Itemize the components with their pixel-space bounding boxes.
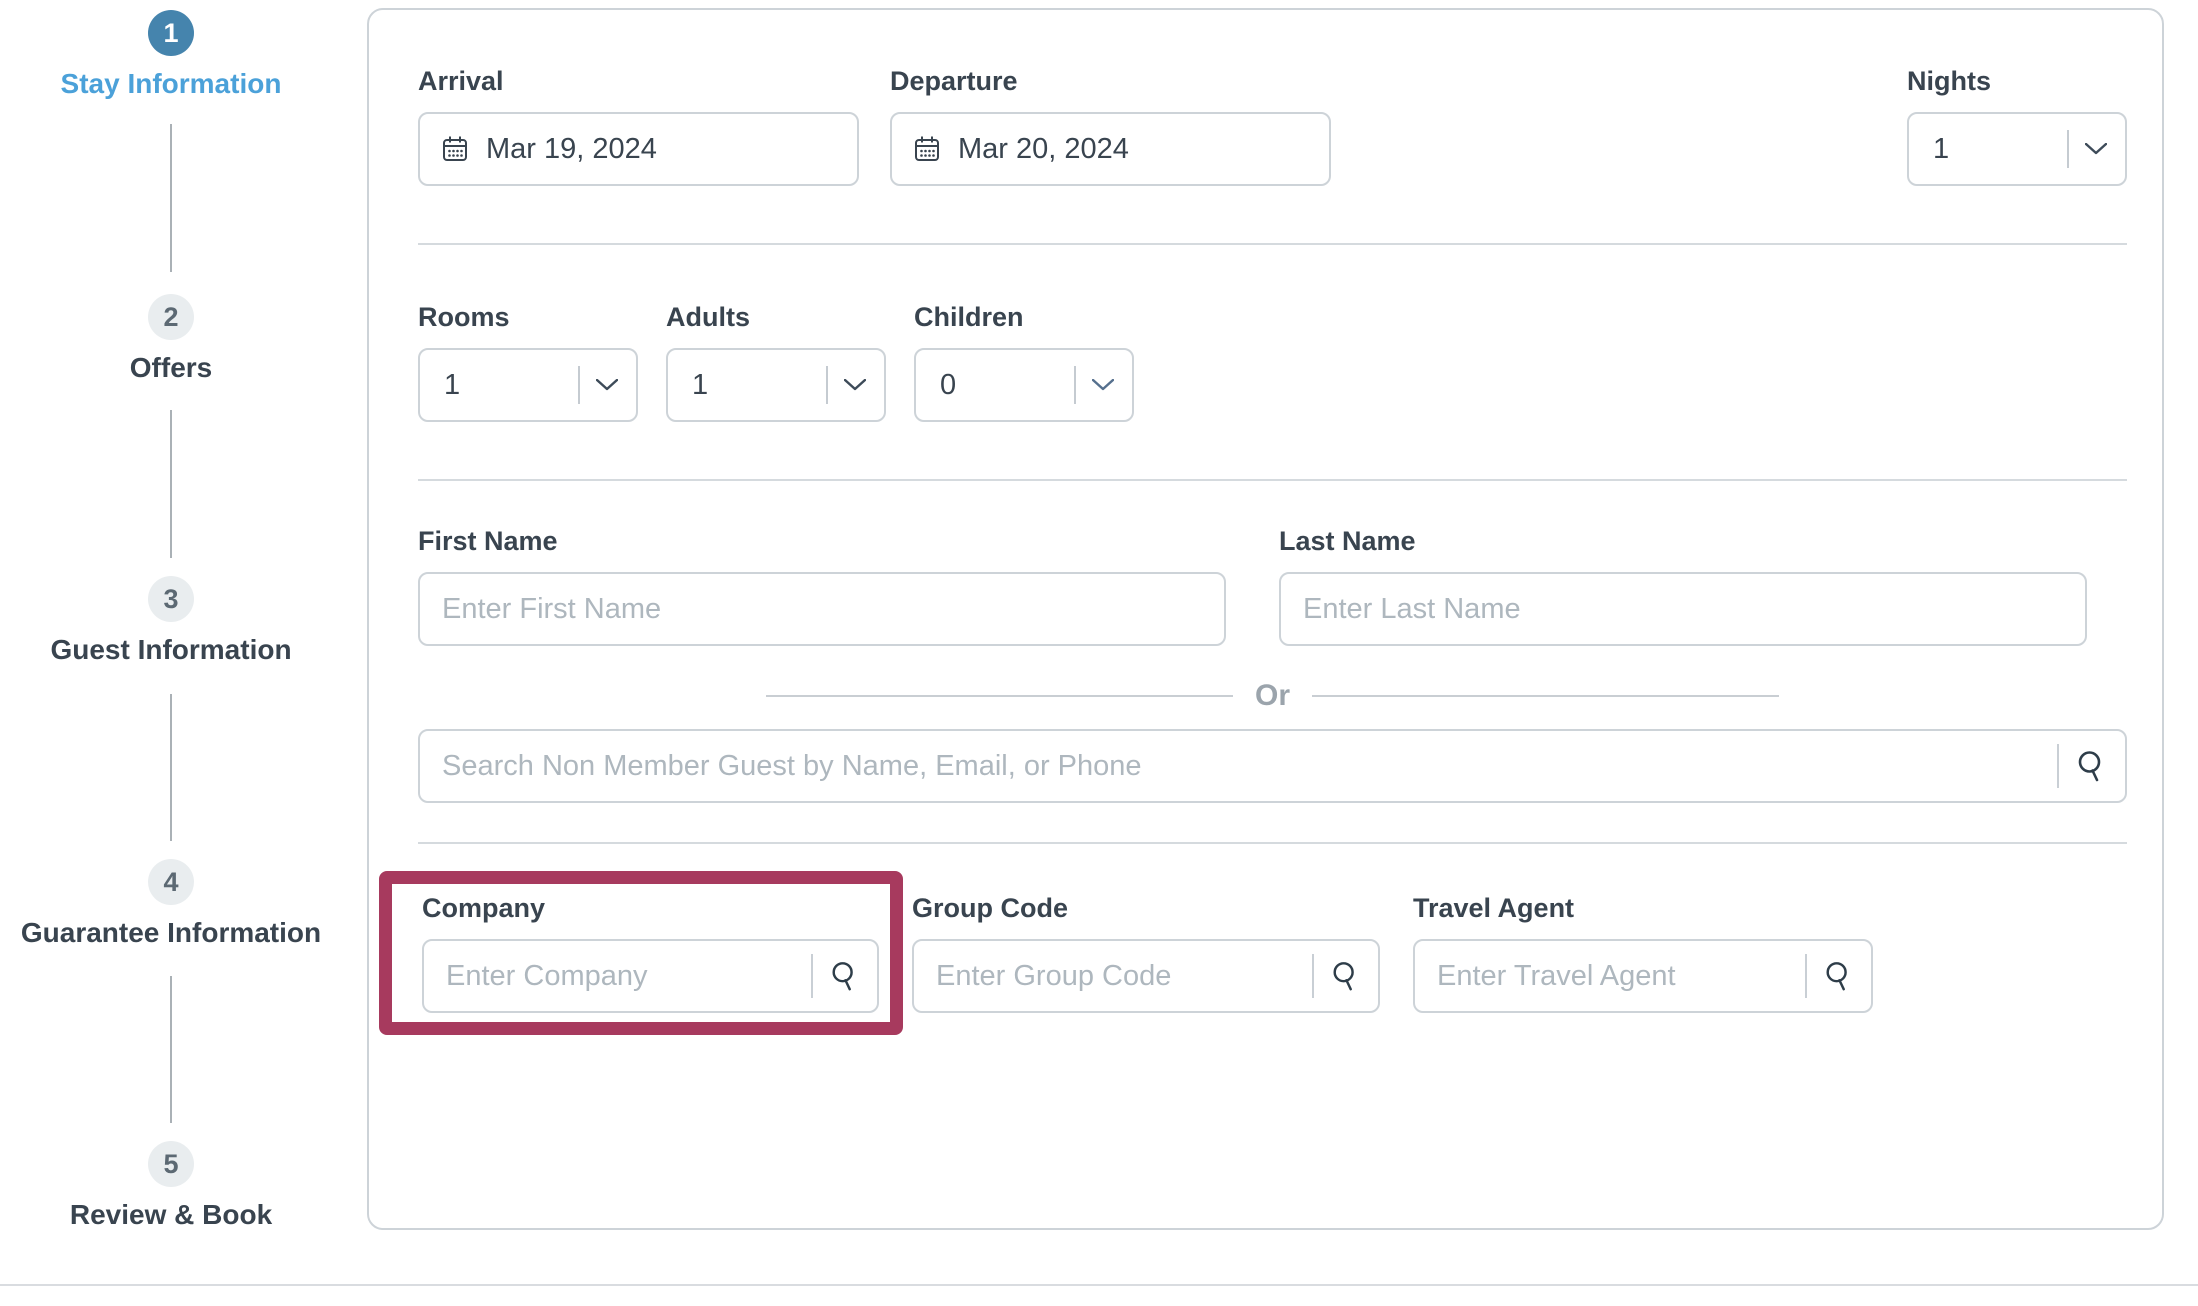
stepper-connector <box>170 410 172 558</box>
stepper-connector <box>170 124 172 272</box>
travel-agent-label: Travel Agent <box>1413 893 1873 925</box>
nights-label: Nights <box>1907 66 2127 98</box>
search-icon[interactable] <box>1330 960 1362 992</box>
children-select[interactable]: 0 <box>914 348 1134 422</box>
stepper-step-guarantee-information[interactable]: 4 Guarantee Information <box>0 859 342 949</box>
step-number-badge: 3 <box>148 576 194 622</box>
last-name-input[interactable] <box>1303 593 2085 626</box>
group-code-field-group: Group Code <box>912 893 1380 1013</box>
search-divider <box>811 954 813 998</box>
select-divider <box>826 366 828 404</box>
company-label: Company <box>422 893 879 925</box>
departure-date-value: Mar 20, 2024 <box>958 133 1129 166</box>
company-input[interactable] <box>446 960 811 993</box>
search-icon[interactable] <box>829 960 861 992</box>
first-name-label: First Name <box>418 526 1226 558</box>
children-value: 0 <box>940 369 1074 402</box>
select-divider <box>578 366 580 404</box>
chevron-down-icon <box>1092 379 1114 391</box>
page-bottom-divider <box>0 1284 2198 1286</box>
travel-agent-input[interactable] <box>1437 960 1805 993</box>
step-number-badge: 4 <box>148 859 194 905</box>
departure-field-group: Departure Mar 20, 2024 <box>890 66 1331 186</box>
travel-agent-fieldbox <box>1413 939 1873 1013</box>
section-divider <box>418 243 2127 245</box>
arrival-label: Arrival <box>418 66 859 98</box>
or-divider-line <box>766 695 1233 697</box>
search-divider <box>2057 744 2059 788</box>
section-divider <box>418 479 2127 481</box>
adults-value: 1 <box>692 369 826 402</box>
departure-date-field[interactable]: Mar 20, 2024 <box>890 112 1331 186</box>
stepper-step-review-book[interactable]: 5 Review & Book <box>0 1141 342 1231</box>
search-icon[interactable] <box>2075 749 2109 783</box>
select-divider <box>2067 130 2069 168</box>
adults-select[interactable]: 1 <box>666 348 886 422</box>
select-divider <box>1074 366 1076 404</box>
travel-agent-field-group: Travel Agent <box>1413 893 1873 1013</box>
adults-field-group: Adults 1 <box>666 302 886 422</box>
first-name-field-group: First Name <box>418 526 1226 646</box>
group-code-input[interactable] <box>936 960 1312 993</box>
group-code-label: Group Code <box>912 893 1380 925</box>
or-divider: Or <box>418 676 2127 716</box>
group-code-fieldbox <box>912 939 1380 1013</box>
first-name-input[interactable] <box>442 593 1224 626</box>
guest-search-input[interactable] <box>442 750 2057 783</box>
rooms-select[interactable]: 1 <box>418 348 638 422</box>
booking-stepper: 1 Stay Information 2 Offers 3 Guest Info… <box>0 0 342 1306</box>
search-icon[interactable] <box>1823 960 1855 992</box>
stepper-connector <box>170 694 172 841</box>
step-label: Offers <box>0 352 342 384</box>
stepper-step-guest-information[interactable]: 3 Guest Information <box>0 576 342 666</box>
or-divider-line <box>1312 695 1779 697</box>
arrival-date-value: Mar 19, 2024 <box>486 133 657 166</box>
chevron-down-icon <box>596 379 618 391</box>
children-label: Children <box>914 302 1134 334</box>
rooms-field-group: Rooms 1 <box>418 302 638 422</box>
step-label: Guarantee Information <box>0 917 342 949</box>
step-number-badge: 2 <box>148 294 194 340</box>
company-fieldbox <box>422 939 879 1013</box>
step-number-badge: 1 <box>148 10 194 56</box>
search-divider <box>1805 954 1807 998</box>
stay-information-panel: Arrival Mar 19, 2024 Departure <box>367 8 2164 1230</box>
calendar-icon <box>440 134 470 164</box>
arrival-field-group: Arrival Mar 19, 2024 <box>418 66 859 186</box>
company-field-group: Company <box>422 893 879 1013</box>
rooms-value: 1 <box>444 369 578 402</box>
nights-field-group: Nights 1 <box>1907 66 2127 186</box>
chevron-down-icon <box>844 379 866 391</box>
section-divider <box>418 842 2127 844</box>
step-number-badge: 5 <box>148 1141 194 1187</box>
step-label: Review & Book <box>0 1199 342 1231</box>
nights-value: 1 <box>1933 133 2067 166</box>
rooms-label: Rooms <box>418 302 638 334</box>
last-name-label: Last Name <box>1279 526 2087 558</box>
step-label: Guest Information <box>0 634 342 666</box>
stepper-step-offers[interactable]: 2 Offers <box>0 294 342 384</box>
last-name-fieldbox <box>1279 572 2087 646</box>
adults-label: Adults <box>666 302 886 334</box>
guest-search-fieldbox <box>418 729 2127 803</box>
step-label: Stay Information <box>0 68 342 100</box>
calendar-icon <box>912 134 942 164</box>
last-name-field-group: Last Name <box>1279 526 2087 646</box>
or-divider-text: Or <box>1255 679 1290 713</box>
search-divider <box>1312 954 1314 998</box>
nights-select[interactable]: 1 <box>1907 112 2127 186</box>
stepper-step-stay-information[interactable]: 1 Stay Information <box>0 10 342 100</box>
stepper-connector <box>170 976 172 1123</box>
first-name-fieldbox <box>418 572 1226 646</box>
chevron-down-icon <box>2085 143 2107 155</box>
arrival-date-field[interactable]: Mar 19, 2024 <box>418 112 859 186</box>
departure-label: Departure <box>890 66 1331 98</box>
guest-search-field-group <box>418 729 2127 803</box>
children-field-group: Children 0 <box>914 302 1134 422</box>
